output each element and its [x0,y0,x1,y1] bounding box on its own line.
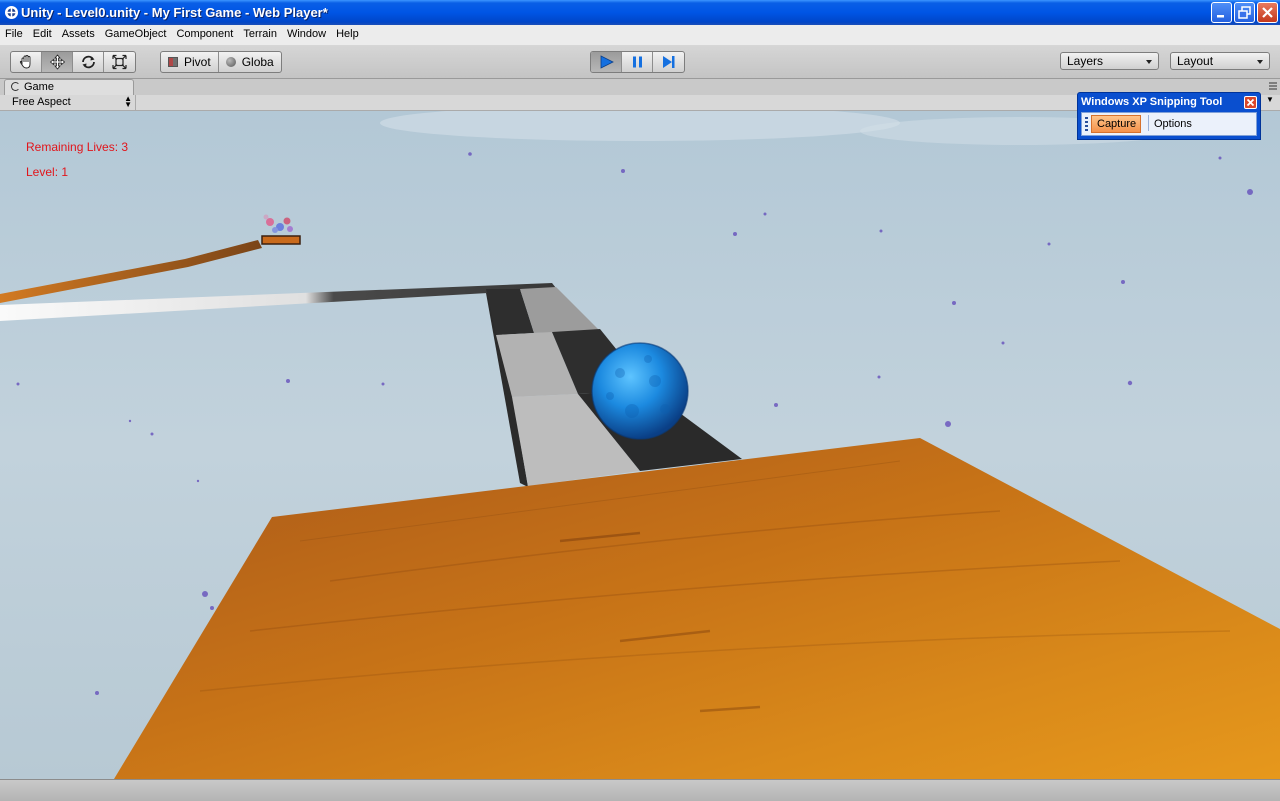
menu-terrain[interactable]: Terrain [238,25,282,45]
snipping-toolbar: Capture Options [1081,112,1257,136]
platform-end [261,235,301,245]
pivot-label: Pivot [184,55,211,69]
aspect-dropdown[interactable]: Free Aspect ▲ ▼ [6,95,136,111]
play-icon [600,55,614,69]
close-icon [1262,7,1273,18]
panel-menu-icon[interactable] [1268,82,1278,91]
layers-dropdown[interactable]: Layers [1060,52,1159,70]
play-button[interactable] [591,52,622,72]
game-tab-icon [11,82,20,91]
pause-button[interactable] [622,52,653,72]
scale-tool-button[interactable] [104,52,135,72]
menu-edit[interactable]: Edit [28,25,57,45]
restore-icon [1238,6,1251,19]
scale-icon [112,54,127,70]
layout-label: Layout [1177,54,1214,68]
pivot-icon [168,57,178,67]
move-arrows-icon [49,54,66,70]
level-text: Level: 1 [26,165,69,179]
layout-dropdown[interactable]: Layout [1170,52,1270,70]
aspect-label: Free Aspect [12,96,71,108]
window-title-bar[interactable]: Unity - Level0.unity - My First Game - W… [0,0,1280,25]
updown-arrows-icon: ▲ ▼ [124,94,132,109]
capture-label: Capture [1097,118,1137,130]
close-icon [1246,98,1255,107]
status-bar [0,779,1280,801]
minimize-button[interactable] [1211,2,1232,23]
global-label: Globa [241,55,274,69]
toolbar: Pivot Globa Layers Layout [0,45,1280,79]
tab-game[interactable]: Game [4,79,134,95]
remaining-lives-text: Remaining Lives: 3 [26,140,129,154]
close-button[interactable] [1257,2,1278,23]
hand-icon [19,55,31,69]
rotate-icon [82,55,95,69]
global-toggle[interactable]: Globa [219,52,281,72]
menu-file[interactable]: File [0,25,28,45]
restore-button[interactable] [1234,2,1255,23]
chevron-down-icon [1257,60,1263,64]
step-button[interactable] [653,52,684,72]
snipping-close-button[interactable] [1244,96,1257,109]
grip-handle-icon[interactable] [1085,117,1088,131]
pause-icon [633,56,642,68]
game-scene [0,111,1280,779]
menu-bar: File Edit Assets GameObject Component Terrain… [0,25,1280,45]
minimize-icon [1217,15,1224,18]
game-viewport[interactable]: Remaining Lives: 3 Level: 1 [0,111,1280,779]
menu-window[interactable]: Window [282,25,331,45]
move-tool-button[interactable] [42,52,73,72]
pivot-toggle[interactable]: Pivot [161,52,219,72]
capture-button[interactable]: Capture [1091,115,1141,133]
window-title: Unity - Level0.unity - My First Game - W… [21,5,328,20]
transform-tools [10,51,136,73]
snipping-tool-title: Windows XP Snipping Tool [1081,96,1223,108]
options-button[interactable]: Options [1148,115,1192,131]
hand-tool-button[interactable] [11,52,42,72]
menu-help[interactable]: Help [331,25,364,45]
chevron-down-icon [1146,60,1152,64]
menu-assets[interactable]: Assets [57,25,100,45]
pivot-mode-group: Pivot Globa [160,51,282,73]
tab-game-label: Game [24,81,54,93]
menu-gameobject[interactable]: GameObject [100,25,172,45]
player-ball [591,342,689,440]
layers-label: Layers [1067,54,1104,68]
step-icon [663,56,675,68]
options-label: Options [1154,118,1192,130]
unity-app-icon [5,6,18,19]
menu-component[interactable]: Component [171,25,238,45]
global-sphere-icon [225,57,236,67]
playback-controls [590,51,685,73]
rotate-tool-button[interactable] [73,52,104,72]
gamebar-more-icon[interactable]: ▼ [1266,95,1278,110]
snipping-tool-window[interactable]: Windows XP Snipping Tool Capture Options [1077,92,1261,140]
